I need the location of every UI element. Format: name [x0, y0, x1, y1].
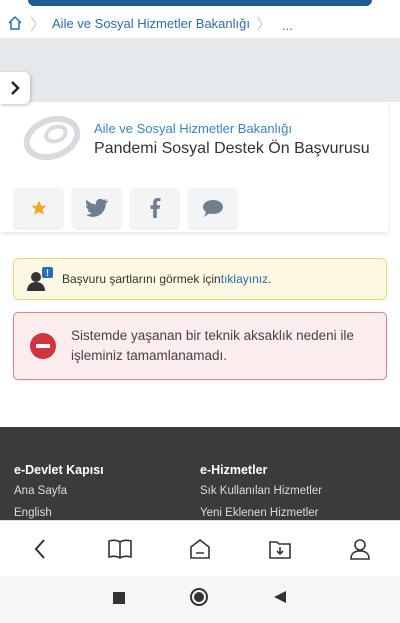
info-alert: ! Başvuru şartlarını görmek için tıklayı…: [13, 258, 387, 300]
share-row: [14, 188, 237, 228]
footer-column-title: e-Devlet Kapısı: [14, 463, 104, 477]
page-title: Pandemi Sosyal Destek Ön Başvurusu: [94, 140, 370, 157]
user-icon: [350, 538, 370, 560]
footer-link-frequent[interactable]: Sık Kullanılan Hizmetler: [200, 485, 322, 497]
book-icon: [108, 539, 132, 559]
chevron-right-icon: 〉: [30, 17, 47, 34]
twitter-button[interactable]: [72, 188, 121, 228]
header-card: Aile ve Sosyal Hizmetler Bakanlığı Pande…: [0, 102, 388, 232]
chevron-right-icon: [11, 81, 20, 95]
error-icon: [30, 333, 56, 359]
info-alert-text: Başvuru şartlarını görmek için: [62, 272, 221, 286]
facebook-button[interactable]: [130, 188, 179, 228]
twitter-icon: [85, 198, 108, 217]
footer-link-new[interactable]: Yeni Eklenen Hizmetler: [200, 507, 322, 519]
top-strip: [0, 0, 400, 8]
favorite-button[interactable]: [14, 188, 63, 228]
footer-column-title: e-Hizmetler: [200, 463, 268, 477]
circle-icon: [190, 588, 208, 606]
star-icon: [31, 200, 46, 215]
breadcrumb-more[interactable]: ...: [282, 18, 293, 33]
footer: e-Devlet Kapısı Ana Sayfa English e-Hizm…: [0, 427, 400, 520]
breadcrumb-item-ministry[interactable]: Aile ve Sosyal Hizmetler Bakanlığı: [52, 16, 250, 31]
back-button[interactable]: [20, 529, 60, 569]
browser-toolbar: [0, 520, 400, 576]
system-back-button[interactable]: [273, 590, 287, 609]
square-icon: [113, 591, 125, 604]
comment-icon: [202, 200, 223, 217]
footer-link-english[interactable]: English: [14, 507, 104, 519]
recents-button[interactable]: [113, 591, 125, 609]
error-alert: Sistemde yaşanan bir teknik aksaklık ned…: [13, 312, 387, 380]
ministry-logo: [23, 115, 81, 161]
top-indicator: [28, 0, 372, 6]
info-alert-suffix: .: [268, 272, 272, 286]
breadcrumb: 〉 Aile ve Sosyal Hizmetler Bakanlığı 〉 .…: [0, 8, 400, 38]
sidebar-toggle-button[interactable]: [0, 72, 30, 104]
info-alert-link[interactable]: tıklayınız: [221, 272, 268, 286]
bookmarks-button[interactable]: [100, 529, 140, 569]
triangle-left-icon: [274, 591, 286, 603]
chevron-right-icon: 〉: [256, 17, 273, 34]
footer-link-home[interactable]: Ana Sayfa: [14, 485, 104, 497]
user-info-icon: !: [27, 267, 53, 291]
system-home-button[interactable]: [189, 587, 209, 612]
download-icon: [269, 540, 291, 559]
error-message: Sistemde yaşanan bir teknik aksaklık ned…: [71, 328, 354, 363]
facebook-icon: [149, 198, 160, 218]
comment-button[interactable]: [188, 188, 237, 228]
home-icon: [190, 538, 210, 559]
header-band: [0, 38, 400, 102]
downloads-button[interactable]: [260, 529, 300, 569]
home-icon[interactable]: [6, 14, 24, 32]
system-nav-bar: [0, 576, 400, 623]
chevron-left-icon: [34, 538, 45, 559]
org-name: Aile ve Sosyal Hizmetler Bakanlığı: [94, 121, 292, 136]
svg-text:!: !: [46, 268, 49, 278]
profile-button[interactable]: [340, 529, 380, 569]
home-button[interactable]: [180, 529, 220, 569]
